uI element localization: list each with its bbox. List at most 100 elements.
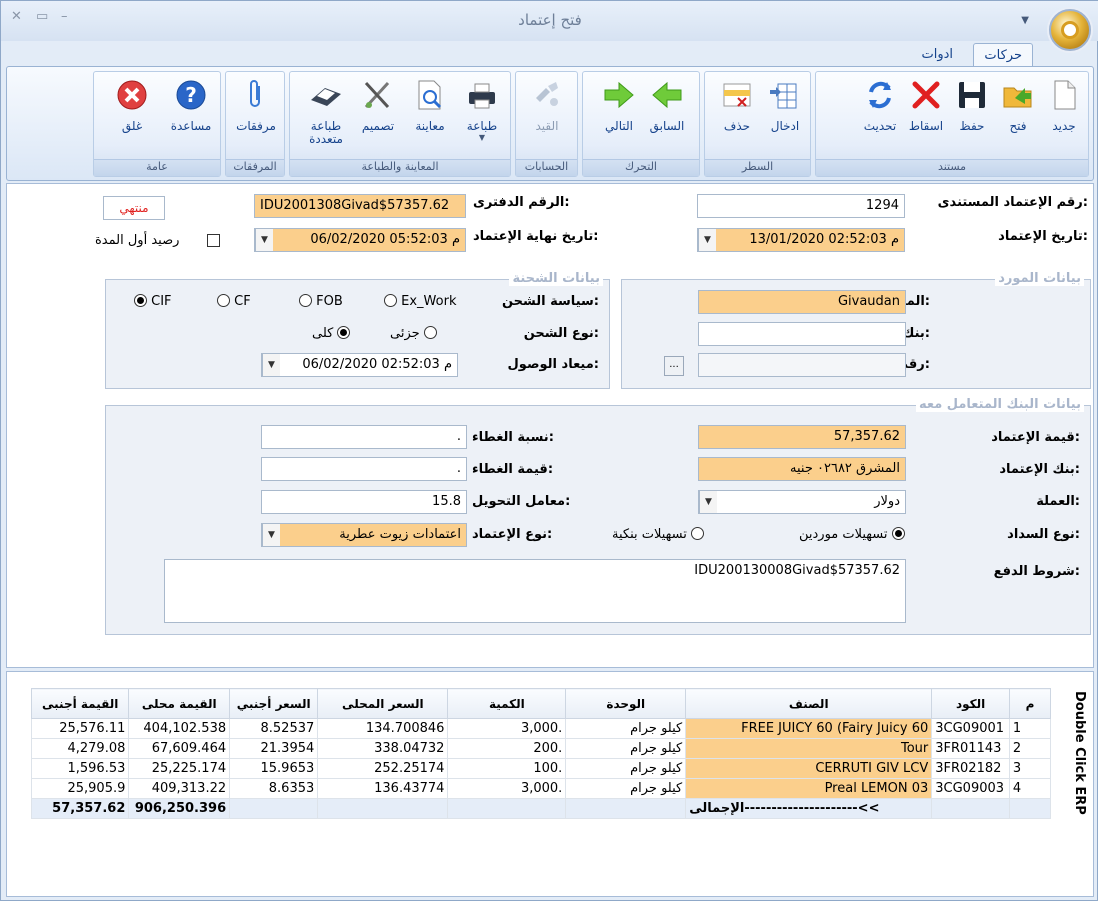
col-foreign-price[interactable]: السعر أجنبي	[229, 688, 319, 719]
supplier-field[interactable]: Givaudan	[698, 290, 906, 314]
opening-balance-checkbox[interactable]	[207, 234, 220, 247]
multi-print-button[interactable]: طباعة متعددة	[300, 76, 352, 156]
print-button[interactable]: طباعة ▼	[460, 76, 504, 156]
table-row[interactable]: 4,279.08 67,609.464 21.3954 338.04732 20…	[30, 738, 1052, 759]
chevron-down-icon[interactable]: ▼	[262, 354, 280, 376]
cell-unit[interactable]: كيلو جرام	[565, 778, 687, 799]
cell-index[interactable]: 1	[1008, 718, 1052, 739]
col-code[interactable]: الكود	[931, 688, 1010, 719]
cell-item[interactable]: Tour	[685, 738, 933, 759]
payment-terms-textarea[interactable]: IDU200130008Givad$57357.62	[164, 559, 906, 623]
chevron-down-icon[interactable]: ▼	[262, 524, 280, 546]
lc-amount-field[interactable]: 57,357.62	[698, 425, 906, 449]
end-date-picker[interactable]: 06/02/2020 05:52:03 م ▼	[254, 228, 466, 252]
cell-index[interactable]: 4	[1008, 778, 1052, 799]
cell-local-value[interactable]: 25,225.174	[128, 758, 231, 779]
new-button[interactable]: جديد	[1042, 76, 1086, 156]
ship-policy-cf-radio[interactable]: CF	[217, 294, 251, 309]
col-local-price[interactable]: السعر المحلى	[317, 688, 449, 719]
quick-access-dropdown-icon[interactable]: ▼	[1021, 15, 1029, 26]
next-button[interactable]: التالي	[597, 76, 641, 156]
cell-code[interactable]: 3FR01143	[931, 738, 1010, 759]
chevron-down-icon[interactable]: ▼	[698, 229, 716, 251]
chevron-down-icon[interactable]: ▼	[699, 491, 717, 513]
doc-number-field[interactable]: 1294	[697, 194, 905, 218]
table-row[interactable]: 25,576.11 404,102.538 8.52537 134.700846…	[30, 718, 1052, 739]
cell-unit[interactable]: كيلو جرام	[565, 718, 687, 739]
cell-unit[interactable]: كيلو جرام	[565, 738, 687, 759]
col-foreign-value[interactable]: القيمة أجنبى	[30, 688, 130, 719]
ship-type-partial-radio[interactable]: جزئى	[390, 326, 437, 341]
insert-row-button[interactable]: ادخال	[763, 76, 807, 156]
cell-quantity[interactable]: 100.	[447, 758, 567, 779]
cell-code[interactable]: 3CG09001	[931, 718, 1010, 739]
pay-type-bank-radio[interactable]: تسهيلات بنكية	[612, 527, 705, 542]
col-local-value[interactable]: القيمة محلى	[128, 688, 231, 719]
purchase-order-field[interactable]	[698, 353, 906, 377]
col-quantity[interactable]: الكمية	[447, 688, 567, 719]
cell-foreign-value[interactable]: 25,905.9	[30, 778, 130, 799]
cell-foreign-price[interactable]: 8.6353	[229, 778, 319, 799]
cover-percent-field[interactable]: .	[261, 425, 467, 449]
arrival-date-picker[interactable]: 06/02/2020 02:52:03 م ▼	[261, 353, 458, 377]
cell-index[interactable]: 3	[1008, 758, 1052, 779]
print-dropdown-icon[interactable]: ▼	[460, 133, 504, 142]
lc-date-picker[interactable]: 13/01/2020 02:52:03 م ▼	[697, 228, 905, 252]
refresh-button[interactable]: تحديث	[858, 76, 902, 156]
cell-foreign-value[interactable]: 25,576.11	[30, 718, 130, 739]
book-number-field[interactable]: IDU2001308Givad$57357.62	[254, 194, 466, 218]
cancel-button[interactable]: اسقاط	[904, 76, 948, 156]
exchange-rate-field[interactable]: 15.8	[261, 490, 467, 514]
attachments-button[interactable]: مرفقات	[234, 76, 278, 156]
ship-type-full-radio[interactable]: كلى	[312, 326, 351, 341]
design-button[interactable]: تصميم	[356, 76, 400, 156]
currency-select[interactable]: دولار ▼	[698, 490, 906, 514]
app-menu-orb-button[interactable]	[1049, 9, 1091, 51]
purchase-order-browse-button[interactable]: ...	[664, 356, 684, 376]
cell-foreign-price[interactable]: 21.3954	[229, 738, 319, 759]
cell-quantity[interactable]: 3,000.	[447, 718, 567, 739]
preview-button[interactable]: معاينة	[408, 76, 452, 156]
lc-bank-field[interactable]: المشرق ٠٢٦٨٢ جنيه	[698, 457, 906, 481]
cell-local-value[interactable]: 409,313.22	[128, 778, 231, 799]
save-button[interactable]: حفظ	[950, 76, 994, 156]
col-index[interactable]: م	[1008, 688, 1052, 719]
cell-local-value[interactable]: 404,102.538	[128, 718, 231, 739]
help-button[interactable]: ? مساعدة	[164, 76, 218, 156]
cell-foreign-price[interactable]: 15.9653	[229, 758, 319, 779]
previous-button[interactable]: السابق	[645, 76, 689, 156]
cover-value-field[interactable]: .	[261, 457, 467, 481]
col-item[interactable]: الصنف	[685, 688, 933, 719]
supplier-bank-field[interactable]	[698, 322, 906, 346]
cell-quantity[interactable]: 3,000.	[447, 778, 567, 799]
pay-type-supplier-radio[interactable]: تسهيلات موردين	[799, 527, 905, 542]
cell-foreign-price[interactable]: 8.52537	[229, 718, 319, 739]
cell-local-value[interactable]: 67,609.464	[128, 738, 231, 759]
ship-policy-fob-radio[interactable]: FOB	[299, 294, 343, 309]
delete-row-button[interactable]: حذف	[715, 76, 759, 156]
cell-local-price[interactable]: 136.43774	[317, 778, 449, 799]
cell-item[interactable]: CERRUTI GIV LCV	[685, 758, 933, 779]
cell-quantity[interactable]: 200.	[447, 738, 567, 759]
cell-unit[interactable]: كيلو جرام	[565, 758, 687, 779]
ship-policy-exwork-radio[interactable]: Ex_Work	[384, 294, 456, 309]
cell-foreign-value[interactable]: 1,596.53	[30, 758, 130, 779]
cell-foreign-value[interactable]: 4,279.08	[30, 738, 130, 759]
table-row[interactable]: 25,905.9 409,313.22 8.6353 136.43774 3,0…	[30, 778, 1052, 799]
cell-code[interactable]: 3FR02182	[931, 758, 1010, 779]
lc-type-select[interactable]: اعتمادات زيوت عطرية ▼	[261, 523, 467, 547]
open-button[interactable]: فتح	[996, 76, 1040, 156]
col-unit[interactable]: الوحدة	[565, 688, 687, 719]
cell-local-price[interactable]: 252.25174	[317, 758, 449, 779]
tab-tools[interactable]: ادوات	[911, 43, 963, 67]
ship-policy-cif-radio[interactable]: CIF	[134, 294, 172, 309]
chevron-down-icon[interactable]: ▼	[255, 229, 273, 251]
journal-entry-button[interactable]: القيد	[525, 76, 569, 156]
table-row[interactable]: 1,596.53 25,225.174 15.9653 252.25174 10…	[30, 758, 1052, 779]
tab-transactions[interactable]: حركات	[973, 43, 1033, 67]
cell-index[interactable]: 2	[1008, 738, 1052, 759]
cell-item[interactable]: Preal LEMON 03	[685, 778, 933, 799]
close-button[interactable]: غلق	[110, 76, 154, 156]
cell-code[interactable]: 3CG09003	[931, 778, 1010, 799]
cell-local-price[interactable]: 338.04732	[317, 738, 449, 759]
